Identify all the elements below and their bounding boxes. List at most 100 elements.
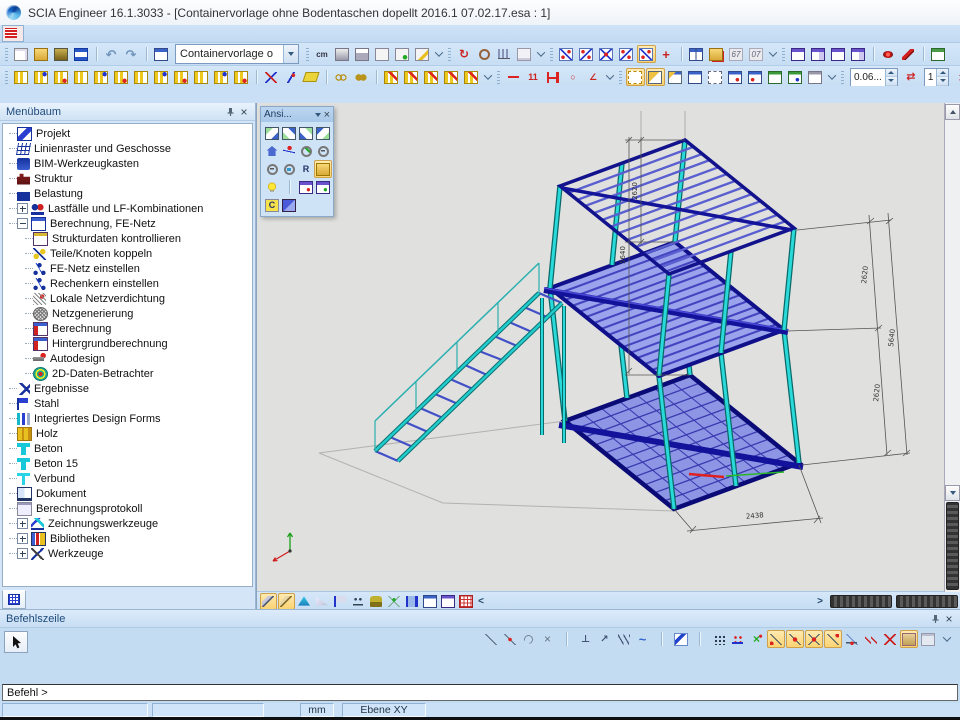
scroll-down-icon[interactable] bbox=[945, 485, 960, 501]
snap-dialog-icon[interactable] bbox=[900, 630, 918, 648]
named-selection-icon[interactable] bbox=[786, 68, 805, 86]
spread-members-icon[interactable] bbox=[232, 68, 251, 86]
rigid-link-icon[interactable] bbox=[132, 68, 151, 86]
tree-item-berechnung[interactable]: Berechnung bbox=[5, 321, 252, 336]
close-icon[interactable]: × bbox=[237, 105, 251, 118]
snap-orthogonal-icon[interactable] bbox=[824, 630, 842, 648]
new-project-icon[interactable] bbox=[12, 45, 31, 63]
snap-tangent-icon[interactable]: ↗ bbox=[596, 630, 614, 648]
menu-hilfe[interactable] bbox=[167, 33, 181, 35]
status-units[interactable]: mm bbox=[300, 703, 334, 717]
dimension-angle-icon[interactable]: ∠ bbox=[584, 68, 603, 86]
tree-item-autodesign[interactable]: Autodesign bbox=[5, 351, 252, 366]
drag-handle[interactable] bbox=[839, 68, 847, 86]
snap-polyline-icon[interactable] bbox=[615, 630, 633, 648]
node-delete-icon[interactable] bbox=[597, 45, 616, 63]
tree-item-beton[interactable]: Beton bbox=[5, 441, 252, 456]
expand-toggle-icon[interactable] bbox=[17, 518, 28, 529]
save-selection-icon[interactable] bbox=[806, 68, 825, 86]
home-view-icon[interactable] bbox=[263, 142, 281, 160]
tree-item-integriertes-design-forms[interactable]: Integriertes Design Forms bbox=[5, 411, 252, 426]
separator[interactable] bbox=[322, 68, 331, 86]
ansicht-palette-header[interactable]: Ansi... × bbox=[261, 107, 333, 122]
paste-view-icon[interactable] bbox=[809, 45, 828, 63]
tree-item-2d-daten-betrachter[interactable]: 2D-Daten-Betrachter bbox=[5, 366, 252, 381]
tree-item-lokale-netzverdichtung[interactable]: Lokale Netzverdichtung bbox=[5, 291, 252, 306]
volumes-icon[interactable] bbox=[296, 593, 313, 610]
expand-toggle-icon[interactable] bbox=[17, 533, 28, 544]
horizontal-scrollbar-thumb[interactable] bbox=[830, 595, 892, 608]
menubaum-tab[interactable] bbox=[2, 590, 26, 609]
edit-document-icon[interactable] bbox=[413, 45, 432, 63]
snap-endpoint-icon[interactable] bbox=[767, 630, 785, 648]
horizontal-scrollbar-thumb[interactable] bbox=[896, 595, 958, 608]
move-member-icon[interactable] bbox=[402, 68, 421, 86]
open-view-icon[interactable] bbox=[707, 45, 726, 63]
drag-handle[interactable] bbox=[3, 45, 11, 63]
zoom-all-icon[interactable]: R bbox=[297, 160, 315, 178]
menu-werkzeuge[interactable] bbox=[83, 33, 97, 35]
member-query-icon[interactable] bbox=[515, 45, 534, 63]
view-parameters-icon[interactable] bbox=[422, 593, 439, 610]
scroll-right-button[interactable]: > bbox=[814, 594, 826, 608]
link-nodes-icon[interactable] bbox=[52, 68, 71, 86]
separator[interactable] bbox=[252, 68, 261, 86]
rotate-member-icon[interactable] bbox=[442, 68, 461, 86]
copy-view-icon[interactable] bbox=[789, 45, 808, 63]
separator[interactable] bbox=[280, 178, 298, 196]
export-view-icon[interactable] bbox=[929, 45, 948, 63]
menu-fenster[interactable] bbox=[153, 33, 167, 35]
drag-handle[interactable] bbox=[548, 45, 556, 63]
tile-windows-icon[interactable] bbox=[849, 45, 868, 63]
dimension-distance-icon[interactable]: 11 bbox=[524, 68, 543, 86]
view-axo-icon[interactable] bbox=[314, 124, 332, 142]
view-preset-07-icon[interactable]: 07 bbox=[747, 45, 766, 63]
pin-icon[interactable] bbox=[223, 105, 237, 118]
drag-handle[interactable] bbox=[304, 45, 312, 63]
dimension-circle-icon[interactable]: ○ bbox=[564, 68, 583, 86]
layers-icon[interactable] bbox=[280, 196, 298, 214]
print-icon[interactable] bbox=[333, 45, 352, 63]
loads-display-icon[interactable] bbox=[368, 593, 385, 610]
view-z-icon[interactable] bbox=[297, 124, 315, 142]
local-axes-icon[interactable] bbox=[404, 593, 421, 610]
dimension-height-icon[interactable] bbox=[544, 68, 563, 86]
toolbar-overflow[interactable] bbox=[938, 630, 956, 648]
expand-toggle-icon[interactable] bbox=[17, 203, 28, 214]
tree-item-bim-werkzeugkasten[interactable]: BIM-Werkzeugkasten bbox=[5, 156, 252, 171]
tree-item-fe-netz-einstellen[interactable]: FE-Netz einstellen bbox=[5, 261, 252, 276]
separator[interactable] bbox=[869, 45, 878, 63]
template-combobox[interactable]: Containervorlage o bbox=[175, 44, 299, 64]
toolbar-overflow[interactable] bbox=[535, 45, 547, 63]
menu-ansicht[interactable] bbox=[55, 33, 69, 35]
tree-item-ergebnisse[interactable]: Ergebnisse bbox=[5, 381, 252, 396]
send-model-icon[interactable] bbox=[899, 45, 918, 63]
scale-x-icon[interactable]: × bbox=[953, 68, 960, 86]
separator[interactable] bbox=[919, 45, 928, 63]
separator[interactable] bbox=[142, 45, 151, 63]
snap-point-icon[interactable] bbox=[881, 630, 899, 648]
snap-none-icon[interactable]: × bbox=[539, 630, 557, 648]
polygon-select-icon[interactable] bbox=[302, 68, 321, 86]
select-all-icon[interactable] bbox=[686, 68, 705, 86]
cascade-windows-icon[interactable] bbox=[829, 45, 848, 63]
previous-selection-icon[interactable] bbox=[746, 68, 765, 86]
clip-c-icon[interactable]: C bbox=[263, 196, 281, 214]
trim-members-icon[interactable] bbox=[152, 68, 171, 86]
tree-item-zeichnungswerkzeuge[interactable]: Zeichnungswerkzeuge bbox=[5, 516, 252, 531]
spinner-arrows[interactable] bbox=[885, 69, 897, 86]
cross-link-icon[interactable] bbox=[92, 68, 111, 86]
separator[interactable] bbox=[92, 45, 101, 63]
zoom-window-icon[interactable] bbox=[280, 160, 298, 178]
snap-gridline-icon[interactable] bbox=[729, 630, 747, 648]
drag-handle[interactable] bbox=[780, 45, 788, 63]
palette-dropdown-icon[interactable] bbox=[315, 113, 321, 117]
snap-line-icon[interactable] bbox=[482, 630, 500, 648]
tree-item-berechnung-fe-netz[interactable]: Berechnung, FE-Netz bbox=[5, 216, 252, 231]
combobox-dropdown-icon[interactable] bbox=[283, 45, 298, 63]
scale-spinner[interactable]: 1 bbox=[924, 68, 950, 87]
light-icon[interactable] bbox=[263, 178, 281, 196]
close-project-icon[interactable] bbox=[52, 45, 71, 63]
tree-item-dokument[interactable]: Dokument bbox=[5, 486, 252, 501]
split-view-icon[interactable] bbox=[687, 45, 706, 63]
